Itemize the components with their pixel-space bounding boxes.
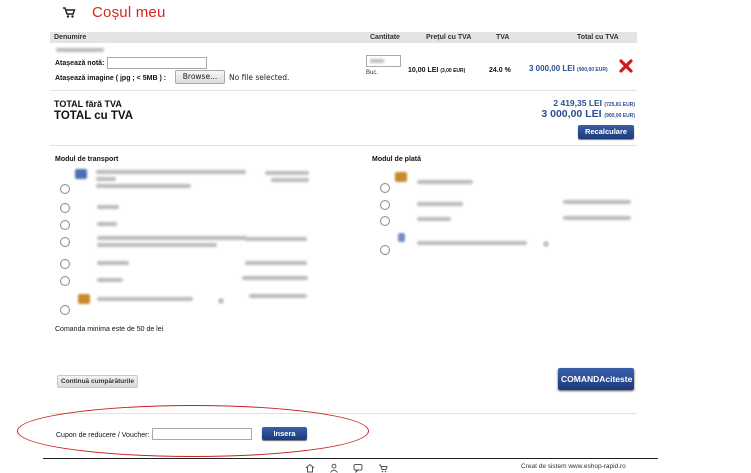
column-header-price: Prețul cu TVA [426,34,472,41]
recalculate-button[interactable]: Recalculare [578,125,634,139]
transport-option-label [97,278,123,285]
transport-option-label [97,236,247,250]
voucher-insert-button[interactable]: Insera [262,427,307,440]
note-input[interactable] [107,57,207,69]
column-header-total: Total cu TVA [577,34,619,41]
footer-divider [43,458,658,459]
transport-option-price [242,276,308,283]
place-order-button[interactable]: COMANDAciteste [558,368,634,390]
unit-price-lei: 10,00 LEI [408,67,439,74]
quantity-unit: Buc. [366,70,379,76]
product-name-redacted[interactable] [56,48,104,52]
transport-option-radio[interactable] [60,184,70,194]
note-label: Atașează notă: [55,60,105,67]
payment-option-label [417,241,527,248]
transport-option-label [97,205,119,212]
payment-logo-icon [395,172,407,182]
delete-x-icon[interactable] [619,59,633,73]
voucher-input[interactable] [152,428,252,440]
transport-option-radio[interactable] [60,305,70,315]
payment-option-label [417,202,463,209]
transport-option-price [245,261,307,268]
info-icon[interactable] [218,298,224,304]
column-header-quantity: Cantitate [370,34,400,41]
card-logo-icon [398,233,405,242]
cart-table-header: Denumire Cantitate Prețul cu TVA TVA Tot… [50,32,637,43]
payment-option-radio[interactable] [380,183,390,193]
line-total-lei: 3 000,00 LEI [529,64,575,73]
transport-option-label [96,170,246,191]
file-status-text: No file selected. [229,73,290,82]
page-title: Coșul meu [92,4,166,21]
payment-option-price [563,216,631,223]
total-gross-label: TOTAL cu TVA [54,110,134,122]
payment-option-label [417,217,451,224]
footer-credit-link[interactable]: www.eshop-rapid.ro [568,463,625,470]
total-net-lei: 2 419,35 LEI [553,98,603,108]
transport-option-label [97,261,129,268]
payment-option-price [563,200,631,207]
unit-price-eur: (3,00 EUR) [440,68,466,74]
column-header-name: Denumire [54,34,87,41]
continue-shopping-button[interactable]: Continuă cumpărăturile [57,375,138,388]
transport-option-price [265,171,309,185]
transport-option-label [97,297,193,304]
total-gross-value: 3 000,00 LEI (900,00 EUR) [541,108,635,120]
payment-section-title: Modul de plată [372,156,421,163]
home-icon[interactable] [305,463,315,473]
line-total: 3 000,00 LEI (900,00 EUR) [529,64,608,73]
chat-icon[interactable] [353,463,363,473]
unit-price: 10,00 LEI (3,00 EUR) [408,67,465,74]
transport-option-radio[interactable] [60,276,70,286]
payment-option-radio[interactable] [380,216,390,226]
footer-credit: Creat de sistem www.eshop-rapid.ro [521,463,626,470]
total-net-value: 2 419,35 LEI (725,81 EUR) [553,98,635,108]
image-upload-label: Atașează imagine ( jpg ; < 5MB ) : [55,75,167,82]
total-net-label: TOTAL fără TVA [54,99,122,109]
column-header-vat: TVA [496,34,510,41]
transport-section-title: Modul de transport [55,156,119,163]
footer-credit-prefix: Creat de sistem [521,463,567,470]
cart-footer-icon[interactable] [378,463,388,473]
line-total-eur: (900,00 EUR) [577,67,608,73]
cart-icon [63,7,76,18]
easybox-logo-icon [78,294,90,304]
row-divider [50,90,637,91]
transport-option-price [245,237,307,244]
transport-option-radio[interactable] [60,203,70,213]
vat-rate: 24.0 % [489,67,511,74]
total-gross-eur: (900,00 EUR) [604,113,635,119]
transport-option-radio[interactable] [60,259,70,269]
minimum-order-note: Comanda minima este de 50 de lei [55,326,164,333]
info-icon[interactable] [543,241,549,247]
section-divider [50,145,637,146]
transport-option-radio[interactable] [60,220,70,230]
transport-option-price [249,294,307,301]
payment-option-radio[interactable] [380,245,390,255]
payment-option-label [417,180,473,187]
transport-option-label [97,222,117,229]
payment-option-radio[interactable] [380,200,390,210]
user-icon[interactable] [329,463,339,473]
courier-logo-icon [75,169,87,179]
total-gross-lei: 3 000,00 LEI [541,108,602,120]
quantity-input[interactable] [366,55,401,67]
transport-option-radio[interactable] [60,237,70,247]
voucher-label: Cupon de reducere / Voucher: [56,432,150,439]
browse-button[interactable]: Browse... [175,70,225,84]
